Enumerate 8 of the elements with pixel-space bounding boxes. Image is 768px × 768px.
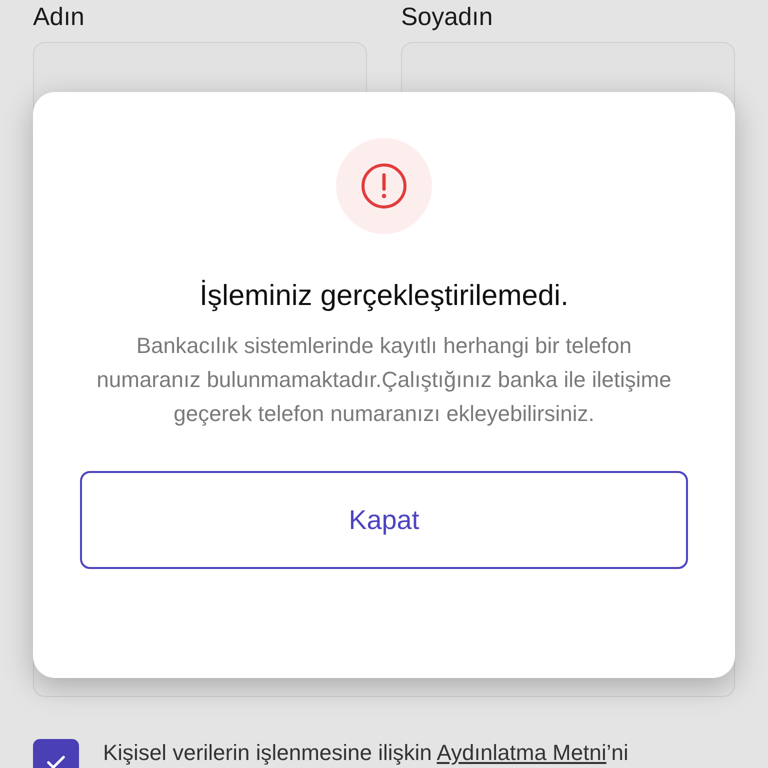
dialog-message: Bankacılık sistemlerinde kayıtlı herhangi bir telefon numaranız bulunmamaktadır.Çalıştığınız banka ile iletişime geçerek telefon numaranızı ekleyebilirsiniz. [96, 332, 672, 428]
consent-text: Kişisel verilerin işlenmesine ilişkin Aydınlatma Metni’ni [103, 739, 628, 767]
error-icon [360, 162, 408, 210]
field-label: Soyadın [401, 2, 494, 32]
close-button[interactable]: Kapat [80, 471, 688, 569]
link[interactable]: Aydınlatma Metni [436, 740, 606, 765]
field-label: Adın [33, 2, 86, 32]
dialog-title: İşleminiz gerçekleştirilemedi. [199, 280, 569, 313]
